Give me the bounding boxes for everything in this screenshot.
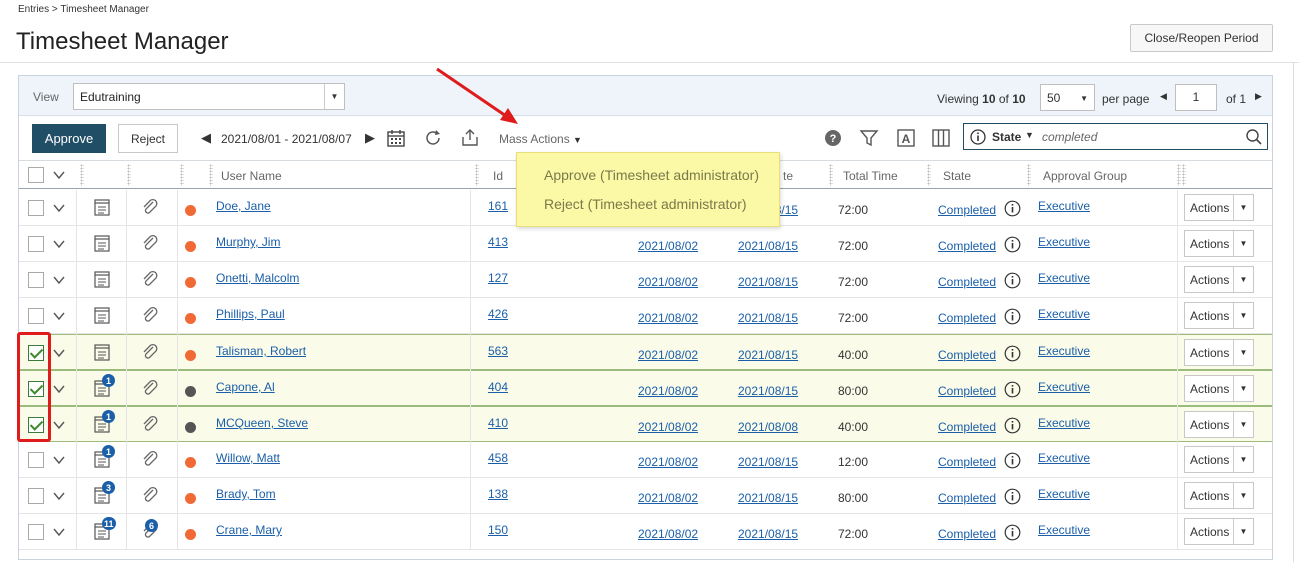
annotation-arrow <box>436 67 518 124</box>
